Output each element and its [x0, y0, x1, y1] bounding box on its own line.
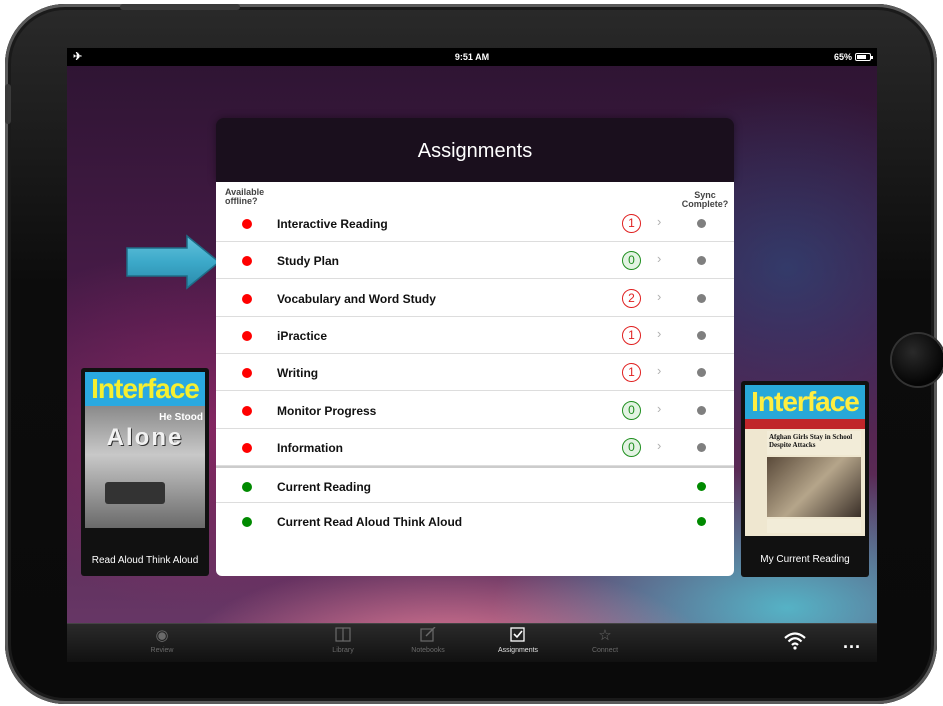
assignment-count-badge: 1: [622, 325, 641, 345]
offline-status-dot: [242, 405, 252, 416]
tab-notebooks[interactable]: Notebooks: [388, 626, 468, 654]
power-button: [120, 4, 240, 10]
assignment-row[interactable]: Vocabulary and Word Study 2 ›: [216, 280, 734, 317]
home-button[interactable]: [892, 334, 943, 386]
cover-tank-image: [105, 482, 165, 504]
ipad-frame: ✈ 9:51 AM 65% Interface He Stood Alone R…: [5, 4, 943, 704]
assignment-row[interactable]: iPractice 1 ›: [216, 317, 734, 354]
offline-status-dot: [242, 442, 252, 453]
tab-notebooks-label: Notebooks: [411, 647, 445, 654]
assignment-count-badge: 0: [622, 400, 641, 420]
magazine-title: Interface: [745, 385, 865, 419]
status-time: 9:51 AM: [454, 52, 490, 62]
chevron-right-icon: ›: [657, 214, 662, 229]
assignment-count-badge: 1: [622, 214, 641, 233]
cover-red-band: [745, 419, 865, 429]
book-cover-right: Interface Afghan Girls Stay in School De…: [745, 385, 865, 536]
offline-status-dot: [242, 330, 252, 341]
eye-icon: ◉: [155, 627, 169, 644]
book-icon: [303, 627, 383, 645]
sync-status-dot: [697, 293, 706, 303]
book-caption: My Current Reading: [760, 554, 850, 565]
tab-bar: ◉ Review Library Notebooks Assignments ☆…: [67, 623, 877, 662]
assignment-count-badge: 0: [622, 251, 641, 271]
tab-connect[interactable]: ☆ Connect: [565, 627, 645, 654]
battery-icon: [855, 53, 873, 61]
page-title: Assignments: [417, 140, 533, 162]
assignment-label: Interactive Reading: [277, 217, 388, 231]
assignment-row[interactable]: Information 0 ›: [216, 429, 734, 466]
battery-percent: 65%: [833, 52, 852, 62]
tab-assignments[interactable]: Assignments: [478, 627, 558, 654]
assignment-label: Vocabulary and Word Study: [277, 291, 436, 306]
pointer-arrow-icon: [126, 234, 221, 290]
chevron-right-icon: ›: [657, 251, 662, 267]
tab-library[interactable]: Library: [303, 627, 383, 654]
column-header-offline: Available offline?: [225, 188, 264, 206]
checkbox-icon: [478, 627, 558, 645]
chevron-right-icon: ›: [657, 288, 662, 304]
assignment-label: Writing: [277, 366, 319, 381]
assignment-count-badge: 2: [622, 288, 641, 308]
assignment-row[interactable]: Monitor Progress 0 ›: [216, 392, 734, 429]
assignment-label: Current Reading: [277, 480, 372, 495]
assignment-label: Study Plan: [277, 254, 340, 269]
sync-status-dot: [697, 219, 706, 228]
tab-assignments-label: Assignments: [497, 647, 539, 654]
sync-status-dot: [697, 368, 706, 378]
assignment-count-badge: 1: [622, 363, 641, 383]
notebook-icon: [388, 626, 468, 645]
sync-status-dot: [697, 330, 706, 340]
assignment-label: iPractice: [277, 328, 328, 343]
cover-headline-small: He Stood: [159, 412, 203, 423]
cover-headline-big: Alone: [106, 424, 184, 451]
assignment-count-badge: 0: [622, 437, 641, 457]
offline-status-dot: [242, 517, 252, 528]
book-cover-left: Interface He Stood Alone: [85, 372, 205, 528]
sync-status-dot: [697, 256, 706, 266]
offline-status-dot: [242, 256, 252, 267]
tab-connect-label: Connect: [591, 647, 619, 654]
tab-review-label: Review: [150, 647, 174, 654]
sync-status-dot: [697, 405, 706, 415]
sync-status-dot: [697, 442, 706, 452]
offline-status-dot: [242, 482, 252, 493]
tab-review[interactable]: ◉ Review: [122, 627, 202, 654]
offline-status-dot: [242, 293, 252, 304]
assignment-label: Current Read Aloud Think Aloud: [277, 515, 463, 530]
book-read-aloud[interactable]: Interface He Stood Alone Read Aloud Thin…: [81, 368, 209, 576]
assignment-row[interactable]: Study Plan 0 ›: [216, 242, 734, 280]
assignment-row[interactable]: Interactive Reading 1 ›: [216, 205, 734, 242]
book-caption: Read Aloud Think Aloud: [91, 555, 199, 566]
cover-body-text: [767, 519, 861, 533]
assignment-label: Information: [277, 440, 343, 455]
volume-button: [5, 84, 11, 124]
status-bar: ✈ 9:51 AM 65%: [67, 48, 877, 66]
sync-status-dot: [697, 482, 706, 492]
chevron-right-icon: ›: [657, 437, 662, 453]
offline-status-dot: [242, 368, 252, 379]
star-icon: ☆: [598, 627, 612, 644]
sync-status-dot: [697, 517, 706, 527]
cover-side-text: [747, 431, 765, 531]
assignments-list: Available offline? Sync Complete? Intera…: [216, 182, 734, 576]
wifi-icon[interactable]: [784, 632, 806, 655]
more-menu-button[interactable]: ...: [843, 632, 861, 653]
assignment-label: Monitor Progress: [277, 403, 377, 418]
tab-library-label: Library: [332, 647, 354, 654]
assignment-row[interactable]: Writing 1 ›: [216, 354, 734, 392]
book-current-reading[interactable]: Interface Afghan Girls Stay in School De…: [741, 381, 869, 577]
magazine-title: Interface: [85, 372, 205, 406]
battery-status: 65%: [833, 52, 873, 62]
chevron-right-icon: ›: [657, 325, 662, 341]
chevron-right-icon: ›: [657, 363, 662, 379]
assignment-row[interactable]: Current Read Aloud Think Aloud: [216, 503, 734, 540]
assignment-row[interactable]: Current Reading: [216, 466, 734, 504]
screen: ✈ 9:51 AM 65% Interface He Stood Alone R…: [67, 48, 877, 662]
assignments-header: Assignments: [216, 118, 734, 182]
offline-status-dot: [242, 219, 252, 229]
cover-headline: Afghan Girls Stay in School Despite Atta…: [767, 431, 861, 455]
cover-photo: [767, 457, 861, 517]
chevron-right-icon: ›: [657, 400, 662, 416]
